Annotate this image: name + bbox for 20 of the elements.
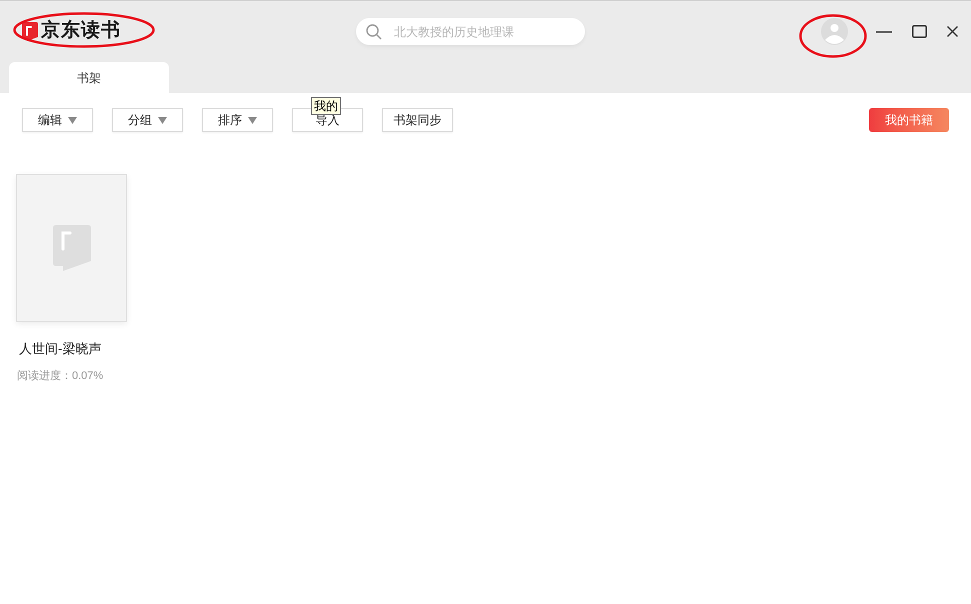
search-icon [366,24,382,40]
minimize-icon[interactable] [876,30,892,32]
book-logo-icon [52,225,90,271]
caret-icon [248,116,257,124]
caret-icon [68,116,77,124]
caret-icon [158,116,167,124]
book-logo-icon [22,22,38,41]
toolbar-button[interactable]: 书架同步 [382,108,453,132]
tooltip: 我的 [311,97,341,115]
read-percent-text: 阅读进度：0.07% [17,368,104,384]
maximize-icon[interactable] [912,25,927,38]
dropdown-button[interactable]: 分组 [112,108,183,132]
dropdown-button[interactable]: 排序 [202,108,273,132]
app-logo-text: 京东读书 [41,18,121,44]
tab[interactable]: 书架 [9,62,169,93]
annotation-ellipse [799,14,867,58]
search-field[interactable]: 北大教授的历史地理课 [356,18,585,45]
close-icon[interactable] [947,26,958,37]
book-title[interactable]: 人世间-梁晓声 [19,339,127,358]
dropdown-button[interactable]: 编辑 [22,108,93,132]
